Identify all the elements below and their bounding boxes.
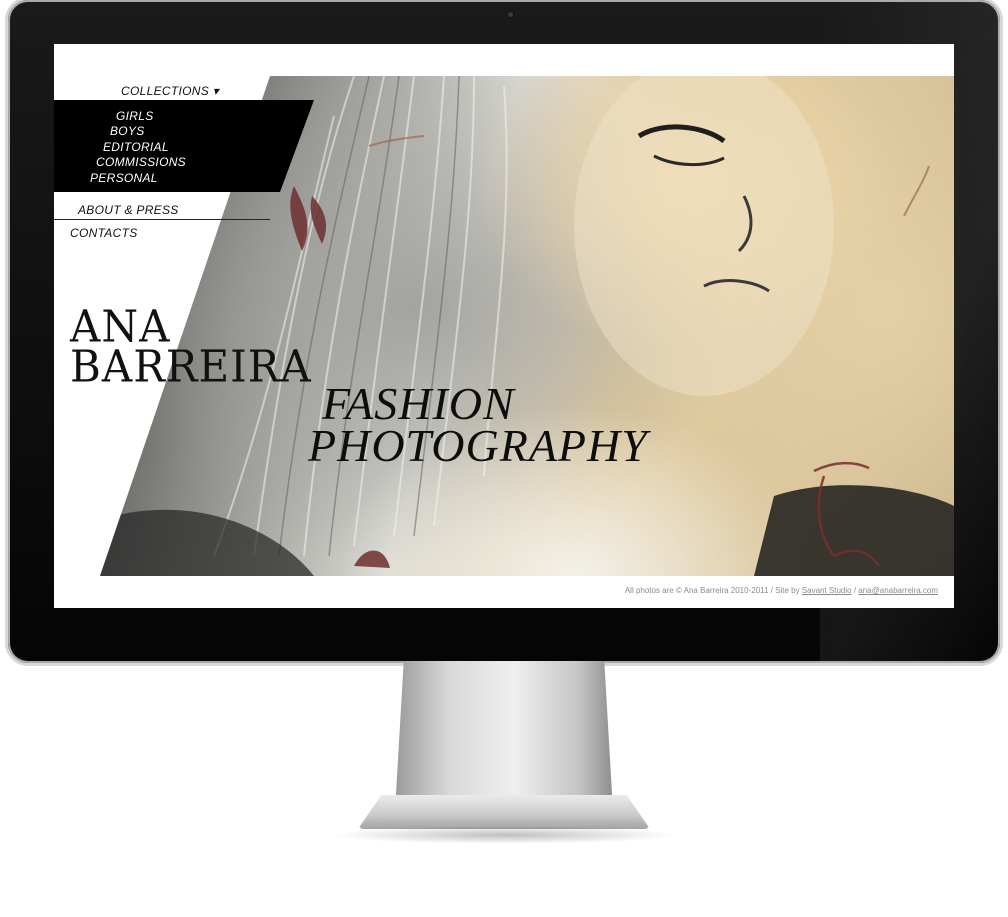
nav-item-commissions[interactable]: COMMISSIONS [96,155,186,169]
tagline-line2: PHOTOGRAPHY [308,420,648,471]
nav-about-press[interactable]: ABOUT & PRESS [78,203,179,217]
footer-email-link[interactable]: ana@anabarreira.com [858,586,938,595]
nav-collections-toggle[interactable]: COLLECTIONS ▾ [54,82,286,100]
footer-copyright: All photos are © Ana Barreira 2010-2011 … [624,586,802,595]
nav-item-personal[interactable]: PERSONAL [90,171,158,185]
camera-icon [508,12,513,17]
footer-credit: All photos are © Ana Barreira 2010-2011 … [625,586,938,595]
footer-studio-link[interactable]: Savant Studio [802,586,852,595]
nav-item-girls[interactable]: GIRLS [116,109,154,123]
nav-item-boys[interactable]: BOYS [110,124,145,138]
nav-contacts[interactable]: CONTACTS [70,226,138,240]
monitor-stand-base [358,795,650,829]
nav-item-editorial[interactable]: EDITORIAL [103,140,169,154]
stand-shadow [330,826,680,844]
monitor-stand [395,661,613,811]
nav-divider [54,219,270,220]
website-screen: COLLECTIONS ▾ GIRLS BOYS EDITORIAL COMMI… [54,44,954,608]
brand-name-line2: BARREIRA [70,340,312,393]
